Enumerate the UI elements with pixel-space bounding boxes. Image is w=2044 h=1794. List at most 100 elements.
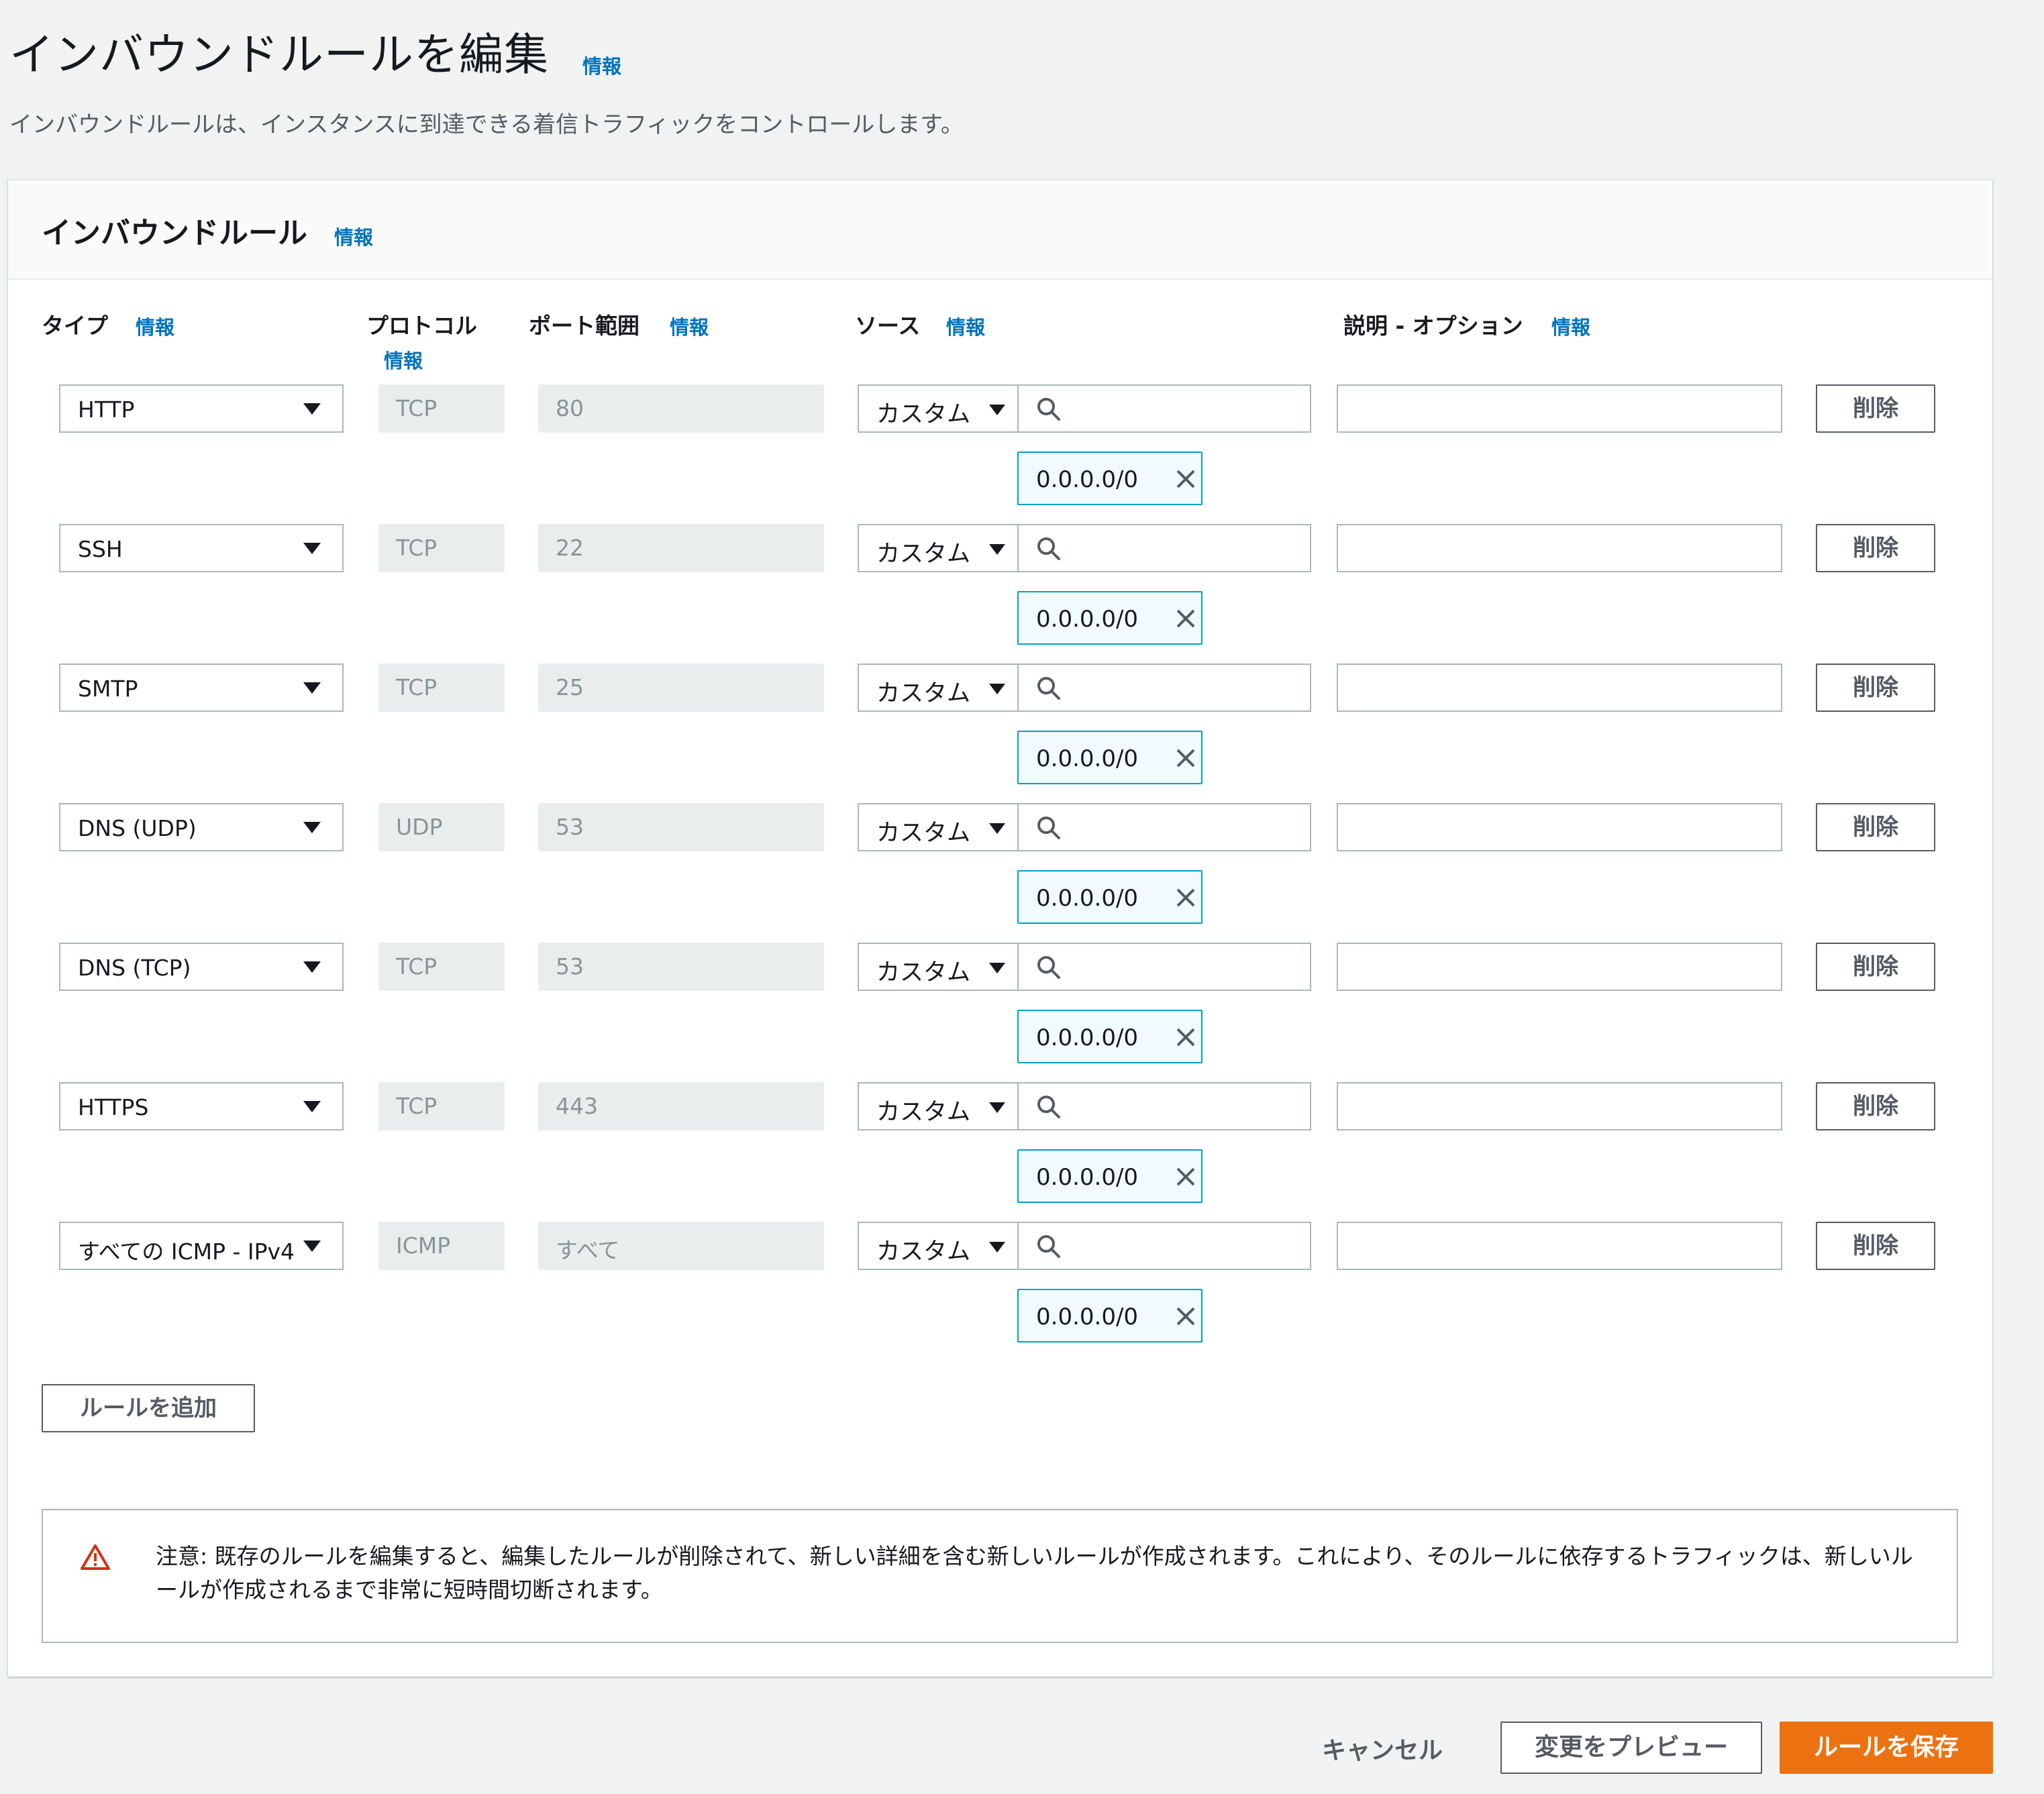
close-icon[interactable] [1176,609,1196,629]
type-select[interactable]: HTTP [59,384,344,433]
source-type-value: カスタム [876,541,971,568]
delete-rule-button[interactable]: 削除 [1816,803,1935,851]
protocol-value: TCP [396,1093,438,1119]
caret-down-icon [989,1242,1005,1253]
source-type-select[interactable]: カスタム [858,1082,1019,1130]
delete-rule-button[interactable]: 削除 [1816,524,1935,572]
source-search-input[interactable] [1017,664,1311,712]
delete-rule-button[interactable]: 削除 [1816,664,1935,712]
source-type-select[interactable]: カスタム [858,664,1019,712]
source-type-select[interactable]: カスタム [858,943,1019,991]
port-info-link[interactable]: 情報 [670,312,709,340]
source-token: 0.0.0.0/0 [1017,591,1203,645]
type-value: すべての ICMP - IPv4 [78,1238,295,1265]
rule-row: SSH TCP 22 カスタム 0.0.0.0/0 削除 [8,524,1992,664]
source-token: 0.0.0.0/0 [1017,452,1203,505]
port-value: 53 [556,953,584,980]
source-token: 0.0.0.0/0 [1017,870,1203,924]
type-info-link[interactable]: 情報 [136,312,174,340]
search-icon [1037,1235,1060,1258]
port-value: 25 [556,674,584,700]
close-icon[interactable] [1176,888,1196,908]
source-info-link[interactable]: 情報 [946,312,985,340]
search-icon [1037,537,1060,560]
delete-rule-button[interactable]: 削除 [1816,1082,1935,1130]
description-input[interactable] [1337,664,1782,712]
panel-info-link[interactable]: 情報 [334,222,373,250]
source-type-select[interactable]: カスタム [858,803,1019,851]
protocol-value: TCP [396,535,438,561]
type-select[interactable]: SMTP [59,664,344,712]
cancel-button[interactable]: キャンセル [1322,1731,1443,1766]
port-range-field: 443 [538,1082,824,1130]
close-icon[interactable] [1176,469,1196,489]
protocol-value: TCP [396,674,438,700]
description-input[interactable] [1337,803,1782,851]
save-rules-button[interactable]: ルールを保存 [1780,1722,1993,1774]
source-token: 0.0.0.0/0 [1017,731,1203,784]
caret-down-icon [989,684,1005,694]
close-icon[interactable] [1176,1027,1196,1047]
source-type-select[interactable]: カスタム [858,524,1019,572]
inbound-rules-panel: インバウンドルール 情報 タイプ 情報 プロトコル 情報 ポート範囲 情報 ソー… [8,180,1992,1677]
caret-down-icon [303,543,321,554]
protocol-value: TCP [396,953,438,980]
description-info-link[interactable]: 情報 [1551,312,1590,340]
type-select[interactable]: すべての ICMP - IPv4 [59,1222,344,1270]
caret-down-icon [989,544,1005,555]
source-type-value: カスタム [876,680,971,707]
close-icon[interactable] [1176,748,1196,768]
close-icon[interactable] [1176,1167,1196,1187]
panel-title: インバウンドルール [42,216,307,250]
source-token-value: 0.0.0.0/0 [1036,745,1139,772]
source-search-input[interactable] [1017,803,1311,851]
protocol-field: UDP [378,803,505,851]
type-select[interactable]: DNS (UDP) [59,803,344,851]
source-search-input[interactable] [1017,1082,1311,1130]
description-input[interactable] [1337,1082,1782,1130]
close-icon[interactable] [1176,1306,1196,1326]
source-token-value: 0.0.0.0/0 [1036,885,1139,912]
source-type-select[interactable]: カスタム [858,1222,1019,1270]
rule-row: HTTP TCP 80 カスタム 0.0.0.0/0 削除 [8,384,1992,524]
source-type-value: カスタム [876,820,971,847]
source-type-select[interactable]: カスタム [858,384,1019,433]
source-search-input[interactable] [1017,384,1311,433]
type-select[interactable]: DNS (TCP) [59,943,344,991]
type-select[interactable]: HTTPS [59,1082,344,1130]
source-token-value: 0.0.0.0/0 [1036,1024,1139,1051]
title-info-link[interactable]: 情報 [582,51,621,79]
port-value: 53 [556,814,584,840]
caret-down-icon [303,961,321,973]
column-header-port: ポート範囲 [529,313,640,339]
rule-row: HTTPS TCP 443 カスタム 0.0.0.0/0 削除 [8,1082,1992,1222]
delete-rule-button[interactable]: 削除 [1816,1222,1935,1270]
protocol-value: UDP [396,814,443,840]
description-input[interactable] [1337,943,1782,991]
source-search-input[interactable] [1017,1222,1311,1270]
source-token-value: 0.0.0.0/0 [1036,1164,1139,1191]
port-value: すべて [556,1237,620,1263]
add-rule-button[interactable]: ルールを追加 [42,1384,255,1432]
delete-rule-button[interactable]: 削除 [1816,384,1935,433]
preview-changes-button[interactable]: 変更をプレビュー [1500,1722,1762,1774]
description-input[interactable] [1337,1222,1782,1270]
column-header-type: タイプ [42,313,108,339]
description-input[interactable] [1337,384,1782,433]
source-search-input[interactable] [1017,943,1311,991]
warning-alert: 注意: 既存のルールを編集すると、編集したルールが削除されて、新しい詳細を含む新… [42,1509,1958,1643]
port-value: 80 [556,395,584,421]
protocol-field: TCP [378,1082,505,1130]
delete-rule-button[interactable]: 削除 [1816,943,1935,991]
source-type-value: カスタム [876,1238,971,1265]
caret-down-icon [989,1102,1005,1113]
warning-icon [81,1544,110,1570]
protocol-info-link[interactable]: 情報 [384,346,423,374]
caret-down-icon [989,963,1005,973]
description-input[interactable] [1337,524,1782,572]
type-select[interactable]: SSH [59,524,344,572]
source-type-value: カスタム [876,959,971,986]
source-token-value: 0.0.0.0/0 [1036,466,1139,493]
protocol-field: TCP [378,664,505,712]
source-search-input[interactable] [1017,524,1311,572]
